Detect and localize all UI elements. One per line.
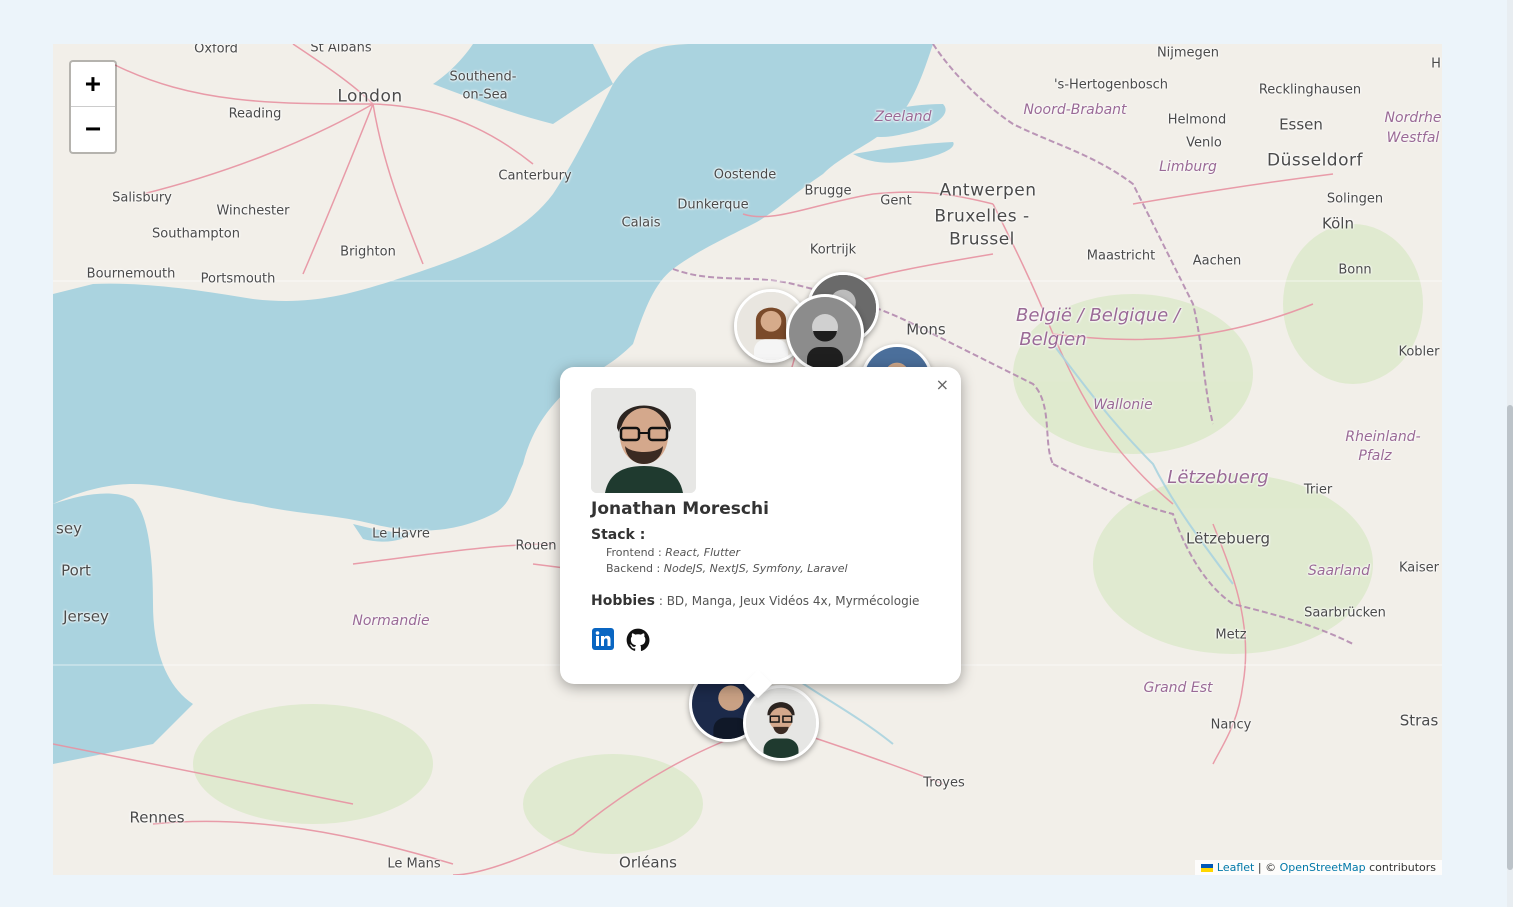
region-label: Saarland xyxy=(1307,563,1371,579)
place-label: Jersey xyxy=(63,607,109,626)
place-label: Mons xyxy=(906,320,946,339)
place-label: Stras xyxy=(1399,711,1439,730)
place-label: Rennes xyxy=(129,808,185,827)
region-label: Zeeland xyxy=(874,109,932,125)
map-attribution: Leaflet | © OpenStreetMap contributors xyxy=(1195,860,1442,875)
place-label: St Albans xyxy=(310,44,372,56)
hobbies-line: Hobbies : BD, Manga, Jeux Vidéos 4x, Myr… xyxy=(591,593,919,609)
developer-photo xyxy=(591,388,696,493)
place-label: Düsseldorf xyxy=(1267,150,1363,171)
backend-value: NodeJS, NextJS, Symfony, Laravel xyxy=(663,562,848,575)
attribution-contributors: contributors xyxy=(1365,861,1436,874)
place-label: Bournemouth xyxy=(86,266,176,282)
zoom-in-button[interactable]: + xyxy=(71,62,115,107)
github-icon[interactable] xyxy=(625,627,651,657)
region-label: Noord-Brabant xyxy=(1023,102,1127,118)
place-label: Brussel xyxy=(949,229,1015,250)
place-label: Bruxelles - xyxy=(934,206,1030,227)
region-label: Lëtzebuerg xyxy=(1167,467,1269,488)
scrollbar-thumb[interactable] xyxy=(1507,405,1513,870)
region-label: Grand Est xyxy=(1143,680,1213,696)
place-label: Dunkerque xyxy=(677,197,749,213)
region-label: Wallonie xyxy=(1093,397,1153,413)
page-scrollbar[interactable] xyxy=(1507,0,1513,907)
place-label: Solingen xyxy=(1326,191,1384,207)
stack-heading: Stack : xyxy=(591,527,646,543)
frontend-line: Frontend : React, Flutter xyxy=(606,546,740,559)
place-label: Calais xyxy=(621,215,661,231)
place-label: Winchester xyxy=(216,203,290,219)
zoom-out-button[interactable]: − xyxy=(71,107,115,151)
place-label: Brighton xyxy=(340,244,396,260)
place-label: Aachen xyxy=(1192,253,1242,269)
close-icon[interactable]: × xyxy=(936,375,949,394)
place-label: Reading xyxy=(228,106,282,122)
hobbies-label: Hobbies xyxy=(591,593,656,609)
place-label: Nijmegen xyxy=(1156,45,1220,61)
place-label: Kortrijk xyxy=(809,242,857,258)
place-label: Oostende xyxy=(713,167,777,183)
social-links xyxy=(591,627,651,657)
osm-link[interactable]: OpenStreetMap xyxy=(1280,861,1366,874)
region-label: Westfal xyxy=(1386,130,1440,146)
frontend-value: React, Flutter xyxy=(665,546,741,559)
place-label: H xyxy=(1431,56,1441,72)
place-label: Metz xyxy=(1215,627,1247,643)
place-label: Southend- xyxy=(449,69,517,85)
place-label: Recklinghausen xyxy=(1258,82,1362,98)
ukraine-flag-icon xyxy=(1201,864,1214,872)
leaflet-link[interactable]: Leaflet xyxy=(1217,861,1254,874)
linkedin-icon[interactable] xyxy=(591,627,615,657)
place-label: Port xyxy=(61,561,91,580)
place-label: Canterbury xyxy=(498,168,572,184)
backend-line: Backend : NodeJS, NextJS, Symfony, Larav… xyxy=(606,562,848,575)
place-label: Maastricht xyxy=(1086,248,1156,264)
place-label: Lëtzebuerg xyxy=(1186,529,1270,548)
region-label: Belgien xyxy=(1019,329,1087,350)
place-label: Köln xyxy=(1322,214,1354,233)
place-label: Orléans xyxy=(619,853,677,872)
developer-name: Jonathan Moreschi xyxy=(591,499,769,519)
place-label: Essen xyxy=(1279,115,1323,134)
map-container[interactable]: Oxford St Albans Southend- on-Sea London… xyxy=(53,44,1442,875)
place-label: Gent xyxy=(880,193,912,209)
place-label: Venlo xyxy=(1186,135,1222,151)
place-label: Oxford xyxy=(194,44,238,57)
place-label: London xyxy=(337,86,403,107)
place-label: Southampton xyxy=(152,226,240,242)
place-label: Portsmouth xyxy=(200,271,276,287)
place-label: Troyes xyxy=(923,775,965,791)
place-label: Le Mans xyxy=(387,856,441,872)
place-label: Trier xyxy=(1303,482,1333,498)
place-label: sey xyxy=(56,519,82,538)
place-label: Salisbury xyxy=(112,190,172,206)
place-label: 's-Hertogenbosch xyxy=(1053,77,1169,93)
region-label: Limburg xyxy=(1159,159,1217,175)
place-label: on-Sea xyxy=(462,87,508,103)
place-label: Nancy xyxy=(1210,717,1252,733)
place-label: Kaiser xyxy=(1399,560,1439,576)
frontend-label: Frontend : xyxy=(606,546,662,559)
backend-label: Backend : xyxy=(606,562,661,575)
attribution-sep: | © xyxy=(1254,861,1280,874)
place-label: Antwerpen xyxy=(939,180,1037,201)
zoom-control: + − xyxy=(69,60,117,154)
region-label: België / Belgique / xyxy=(1016,305,1180,326)
region-label: Rheinland- xyxy=(1345,429,1421,445)
hobbies-value: : BD, Manga, Jeux Vidéos 4x, Myrmécologi… xyxy=(658,594,920,608)
region-label: Nordrhe xyxy=(1384,110,1442,126)
place-label: Saarbrücken xyxy=(1304,605,1386,621)
region-label: Normandie xyxy=(352,613,430,629)
developer-marker[interactable] xyxy=(786,294,864,372)
place-label: Helmond xyxy=(1167,112,1227,128)
place-label: Rouen xyxy=(515,538,557,554)
region-label: Pfalz xyxy=(1358,448,1392,464)
developer-popup: × Jonathan Moreschi Stack : Frontend : R… xyxy=(560,367,961,699)
place-label: Kobler xyxy=(1398,344,1440,360)
developer-marker-selected[interactable] xyxy=(743,685,819,761)
place-label: Le Havre xyxy=(372,526,430,542)
place-label: Brugge xyxy=(804,183,852,199)
place-label: Bonn xyxy=(1338,262,1372,278)
